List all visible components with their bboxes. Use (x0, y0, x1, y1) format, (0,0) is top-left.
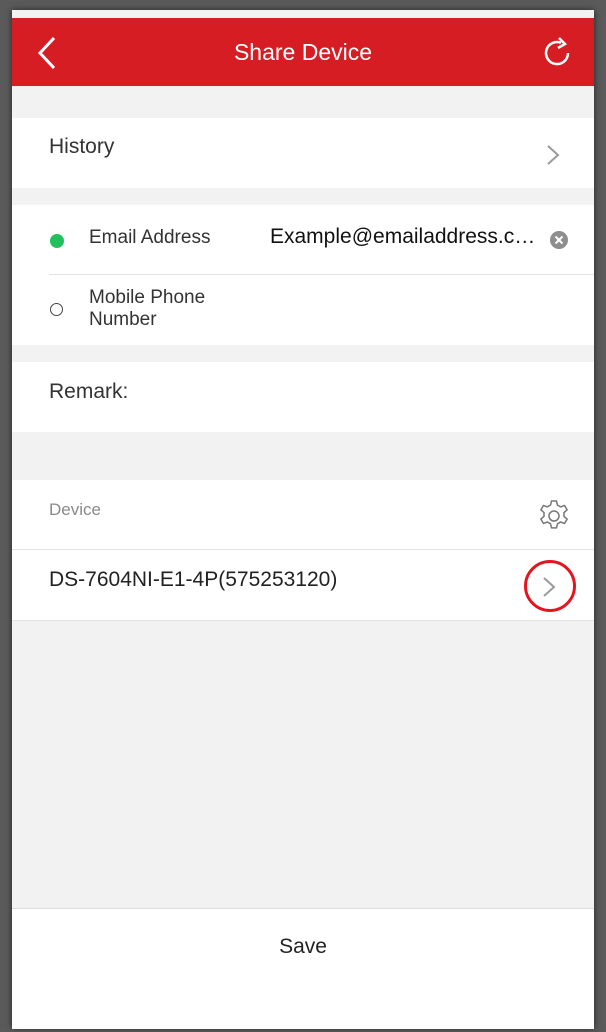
history-label: History (49, 135, 115, 158)
clear-email-button[interactable] (550, 231, 568, 249)
header-bar: Share Device (12, 18, 594, 86)
chevron-right-icon (547, 145, 560, 165)
email-radio-selected[interactable] (50, 234, 64, 248)
device-list-item[interactable]: DS-7604NI-E1-4P(575253120) (12, 550, 594, 621)
divider (12, 620, 594, 621)
gear-icon (540, 500, 568, 529)
page-title: Share Device (233, 39, 373, 65)
contact-section: Email Address Example@emailaddress.com M… (12, 205, 594, 345)
remark-row[interactable]: Remark: (12, 362, 594, 432)
email-input[interactable]: Example@emailaddress.com (270, 225, 542, 249)
history-row[interactable]: History (12, 118, 594, 188)
clear-icon (554, 235, 564, 245)
divider (49, 274, 594, 275)
save-button[interactable]: Save (12, 935, 594, 959)
save-bar: Save (12, 908, 594, 1029)
device-settings-button[interactable] (536, 498, 572, 534)
annotation-circle (524, 560, 576, 612)
mobile-phone-label[interactable]: Mobile Phone Number (89, 287, 249, 331)
refresh-button[interactable] (538, 34, 576, 72)
device-section-header: Device (12, 480, 594, 550)
phone-radio-unselected[interactable] (50, 303, 63, 316)
device-section-label: Device (49, 500, 101, 519)
email-address-label[interactable]: Email Address (89, 227, 210, 249)
remark-label: Remark: (49, 380, 129, 403)
refresh-icon (544, 37, 570, 66)
device-name: DS-7604NI-E1-4P(575253120) (49, 568, 338, 591)
